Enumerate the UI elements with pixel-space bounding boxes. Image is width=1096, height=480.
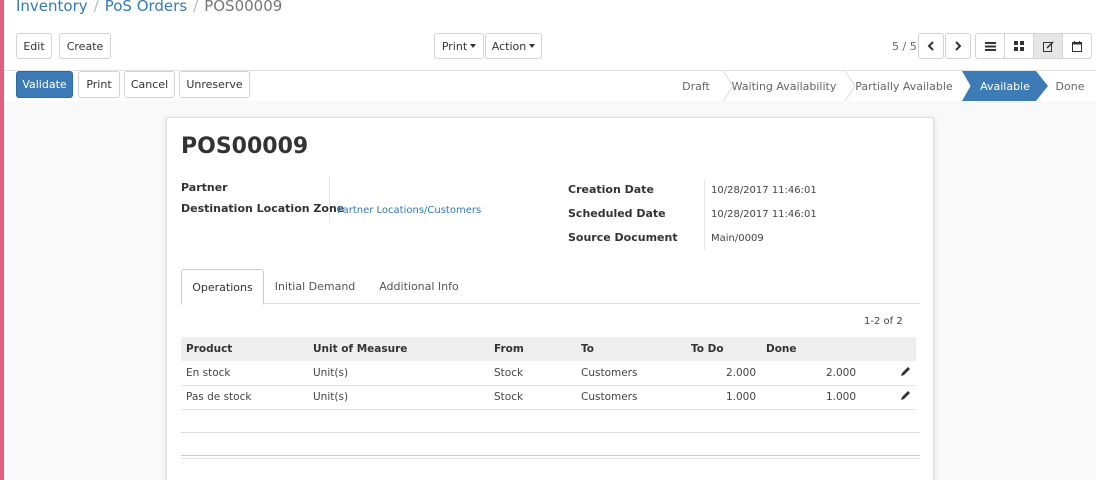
tab-additional-info[interactable]: Additional Info <box>376 269 462 304</box>
print-dropdown-label: Print <box>441 39 468 53</box>
cell-from[interactable]: Stock <box>489 361 576 386</box>
table-footer-divider <box>181 458 920 459</box>
cell-to[interactable]: Customers <box>576 361 686 386</box>
list-view-icon <box>984 41 996 51</box>
cell-done[interactable]: 1.000 <box>761 385 861 410</box>
partner-label: Partner <box>181 181 228 194</box>
print-dropdown[interactable]: Print <box>434 33 484 59</box>
breadcrumb-current: POS00009 <box>204 0 283 15</box>
column-header <box>861 337 916 361</box>
form-view-icon <box>1042 40 1054 52</box>
table-header-row: Product Unit of Measure From To To Do Do… <box>181 337 916 361</box>
tab-initial-demand[interactable]: Initial Demand <box>271 269 359 304</box>
cell-from[interactable]: Stock <box>489 385 576 410</box>
action-dropdown[interactable]: Action <box>485 33 542 59</box>
source-document-label: Source Document <box>568 231 678 244</box>
stage-done[interactable]: Done <box>1048 71 1092 101</box>
record-count: 1-2 of 2 <box>864 316 903 327</box>
cell-todo[interactable]: 1.000 <box>686 385 761 410</box>
breadcrumb-separator: / <box>193 0 199 15</box>
breadcrumb-inventory[interactable]: Inventory <box>16 0 88 15</box>
scheduled-date-value: 10/28/2017 11:46:01 <box>711 209 817 220</box>
calendar-view-icon <box>1072 40 1082 52</box>
caret-down-icon <box>470 44 477 48</box>
operations-table: Product Unit of Measure From To To Do Do… <box>181 337 916 410</box>
cell-product[interactable]: Pas de stock <box>181 385 308 410</box>
notebook-tabs: Operations Initial Demand Additional Inf… <box>181 269 920 305</box>
breadcrumb-pos-orders[interactable]: PoS Orders <box>105 0 187 15</box>
field-divider <box>329 176 330 222</box>
action-dropdown-label: Action <box>491 39 527 53</box>
create-button[interactable]: Create <box>59 33 111 59</box>
kanban-view-button[interactable] <box>1004 33 1034 59</box>
kanban-view-icon <box>1014 41 1024 51</box>
chevron-right-icon <box>955 41 962 51</box>
source-document-value: Main/0009 <box>711 233 764 244</box>
stage-partially-available[interactable]: Partially Available <box>846 71 962 101</box>
pencil-icon <box>901 391 910 400</box>
table-row[interactable]: En stock Unit(s) Stock Customers 2.000 2… <box>181 361 916 386</box>
control-panel: Inventory / PoS Orders / POS00009 Edit Creat… <box>4 0 1096 101</box>
cell-product[interactable]: En stock <box>181 361 308 386</box>
stage-draft[interactable]: Draft <box>670 71 722 101</box>
form-sheet: POS00009 Partner Destination Location Zo… <box>166 117 934 480</box>
destination-location-label: Destination Location Zone <box>181 202 345 215</box>
calendar-view-button[interactable] <box>1062 33 1092 59</box>
cell-to[interactable]: Customers <box>576 385 686 410</box>
table-row[interactable]: Pas de stock Unit(s) Stock Customers 1.0… <box>181 385 916 410</box>
edit-row-button[interactable] <box>861 385 916 410</box>
destination-location-link[interactable]: Partner Locations/Customers <box>337 205 481 216</box>
creation-date-value: 10/28/2017 11:46:01 <box>711 185 817 196</box>
validate-button[interactable]: Validate <box>16 71 73 98</box>
edit-row-button[interactable] <box>861 361 916 386</box>
table-empty-row-divider <box>181 432 920 433</box>
column-header[interactable]: Unit of Measure <box>308 337 489 361</box>
column-header[interactable]: Done <box>761 337 861 361</box>
status-bar: Validate Print Cancel Unreserve Draft Wa… <box>4 70 1096 101</box>
stage-available[interactable]: Available <box>962 71 1048 101</box>
breadcrumb-separator: / <box>93 0 99 15</box>
cell-uom[interactable]: Unit(s) <box>308 385 489 410</box>
list-view-button[interactable] <box>975 33 1005 59</box>
chevron-left-icon <box>927 41 934 51</box>
table-footer-divider <box>181 455 920 456</box>
unreserve-button[interactable]: Unreserve <box>179 71 250 98</box>
form-view-button[interactable] <box>1033 33 1063 59</box>
cell-todo[interactable]: 2.000 <box>686 361 761 386</box>
field-divider <box>704 180 705 250</box>
cell-uom[interactable]: Unit(s) <box>308 361 489 386</box>
breadcrumb: Inventory / PoS Orders / POS00009 <box>16 0 282 15</box>
column-header[interactable]: To <box>576 337 686 361</box>
cancel-button[interactable]: Cancel <box>124 71 175 98</box>
scheduled-date-label: Scheduled Date <box>568 207 666 220</box>
record-title: POS00009 <box>181 134 309 159</box>
print-button[interactable]: Print <box>78 71 120 98</box>
edit-button[interactable]: Edit <box>16 33 52 59</box>
column-header[interactable]: To Do <box>686 337 761 361</box>
tab-operations[interactable]: Operations <box>181 269 264 305</box>
stage-waiting-availability[interactable]: Waiting Availability <box>724 71 844 101</box>
column-header[interactable]: Product <box>181 337 308 361</box>
pager-previous-button[interactable] <box>918 33 944 59</box>
creation-date-label: Creation Date <box>568 183 654 196</box>
cell-done[interactable]: 2.000 <box>761 361 861 386</box>
column-header[interactable]: From <box>489 337 576 361</box>
pager-next-button[interactable] <box>945 33 971 59</box>
caret-down-icon <box>529 44 536 48</box>
pencil-icon <box>901 366 910 376</box>
pager-value[interactable]: 5 / 5 <box>892 40 917 53</box>
